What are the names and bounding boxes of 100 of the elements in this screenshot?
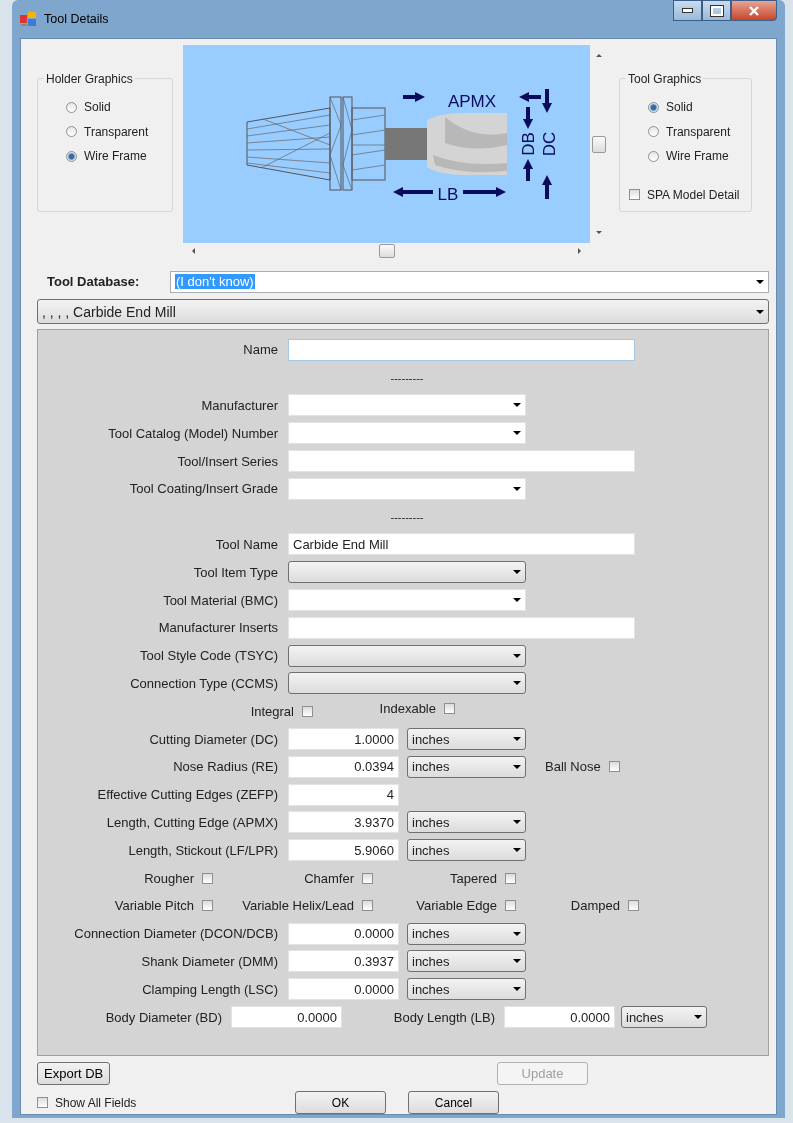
radio-label: Solid (666, 100, 693, 115)
checkbox-label: Tapered (450, 870, 497, 886)
dimension-arrow (403, 92, 425, 102)
window-title: Tool Details (44, 12, 109, 26)
unit-dropdown[interactable]: inches (407, 755, 526, 778)
dimension-label: LB (437, 185, 459, 204)
checkbox[interactable] (362, 872, 373, 884)
checkbox-label: Damped (570, 898, 620, 914)
unit-dropdown[interactable]: inches (407, 811, 526, 834)
dimension-arrow (393, 187, 433, 197)
caret-icon (513, 737, 521, 742)
group-title: Tool Graphics (626, 72, 704, 86)
caret-icon (513, 431, 521, 436)
checkbox[interactable] (202, 900, 213, 912)
unit-dropdown[interactable]: inches (407, 839, 526, 862)
dimension-label: DC (540, 131, 559, 157)
field-label: Connection Type (CCMS) (129, 675, 279, 691)
app-icon (20, 12, 36, 26)
caret-icon (513, 486, 521, 491)
radio-button[interactable] (648, 150, 659, 162)
caret-icon (513, 681, 521, 686)
unit-dropdown[interactable]: inches (407, 922, 526, 945)
checkbox-label: Variable Edge (416, 898, 497, 914)
radio-button[interactable] (66, 150, 77, 162)
checkbox[interactable] (505, 900, 516, 912)
radio-button[interactable] (66, 126, 77, 138)
checkbox[interactable] (505, 872, 516, 884)
text-field[interactable] (288, 616, 635, 639)
cancel-button[interactable]: Cancel (408, 1091, 499, 1114)
dimension-arrow (523, 159, 533, 181)
tool-dropdown[interactable]: , , , , Carbide End Mill (37, 299, 769, 324)
text-field[interactable] (288, 338, 635, 361)
number-field[interactable]: 1.0000 (288, 728, 399, 751)
caret-icon (513, 820, 521, 825)
checkbox-label: Show All Fields (55, 1095, 137, 1110)
number-field[interactable]: 0.0394 (288, 755, 399, 778)
radio-button[interactable] (648, 126, 659, 138)
number-field[interactable]: 0.0000 (231, 1006, 342, 1028)
number-field[interactable]: 3.9370 (288, 811, 399, 834)
field-label: Body Length (LB) (392, 1009, 496, 1025)
radio-label: Solid (84, 100, 111, 115)
dropdown-field[interactable] (288, 644, 526, 667)
separator-text: --------- (389, 371, 425, 384)
minimize-button[interactable] (673, 0, 702, 21)
caret-icon (513, 598, 521, 603)
number-field[interactable]: 0.0000 (288, 978, 399, 1001)
field-label: Tool Item Type (192, 564, 279, 580)
checkbox[interactable] (302, 705, 313, 717)
dropdown-field[interactable] (288, 561, 526, 584)
checkbox[interactable] (444, 702, 455, 714)
caret-icon (756, 309, 764, 314)
dimension-arrow (542, 175, 552, 199)
number-field[interactable]: 0.0000 (504, 1006, 615, 1028)
field-label: Length, Stickout (LF/LPR) (127, 842, 279, 858)
unit-dropdown[interactable]: inches (407, 950, 526, 973)
unit-dropdown[interactable]: inches (407, 978, 526, 1001)
caret-icon (513, 848, 521, 853)
checkbox-label: Integral (250, 703, 294, 719)
close-button[interactable] (731, 0, 777, 21)
field-label: Cutting Diameter (DC) (148, 731, 279, 747)
radio-label: Transparent (84, 124, 149, 139)
checkbox[interactable] (362, 900, 373, 912)
text-field[interactable]: Carbide End Mill (288, 533, 635, 556)
caret-icon (694, 1015, 702, 1019)
caret-icon (513, 959, 521, 964)
checkbox[interactable] (202, 872, 213, 884)
radio-button[interactable] (648, 101, 659, 113)
number-field[interactable]: 0.0000 (288, 922, 399, 945)
dimension-arrow (463, 187, 506, 197)
text-field[interactable] (288, 450, 635, 473)
field-label: Tool Name (214, 536, 279, 552)
radio-button[interactable] (66, 101, 77, 113)
radio-label: Transparent (666, 124, 731, 139)
unit-dropdown[interactable]: inches (407, 728, 526, 751)
checkbox-label: Indexable (379, 700, 436, 716)
field-label: Manufacturer Inserts (157, 620, 279, 636)
field-label: Shank Diameter (DMM) (140, 953, 279, 969)
number-field[interactable]: 0.3937 (288, 950, 399, 973)
dropdown-field[interactable] (288, 672, 526, 695)
checkbox[interactable] (629, 189, 640, 201)
export-button[interactable]: Export DB (37, 1062, 111, 1085)
close-icon (748, 5, 760, 16)
unit-dropdown[interactable]: inches (621, 1006, 707, 1028)
maximize-button[interactable] (702, 0, 731, 21)
checkbox[interactable] (628, 900, 639, 912)
number-field[interactable]: 5.9060 (288, 839, 399, 862)
checkbox-label: Ball Nose (545, 759, 601, 775)
dimension-label: DB (519, 132, 538, 156)
field-label: Tool Database: (46, 274, 141, 289)
checkbox-label: Variable Helix/Lead (242, 898, 354, 914)
checkbox[interactable] (608, 761, 620, 773)
field-label: Tool/Insert Series (176, 453, 279, 469)
field-label: Tool Catalog (Model) Number (107, 425, 279, 441)
radio-label: Wire Frame (666, 149, 729, 164)
caret-icon (756, 279, 764, 284)
dimension-arrow (523, 107, 533, 129)
checkbox[interactable] (37, 1097, 48, 1108)
ok-button[interactable]: OK (295, 1091, 386, 1114)
number-field[interactable]: 4 (288, 783, 399, 806)
field-label: Nose Radius (RE) (172, 759, 279, 775)
